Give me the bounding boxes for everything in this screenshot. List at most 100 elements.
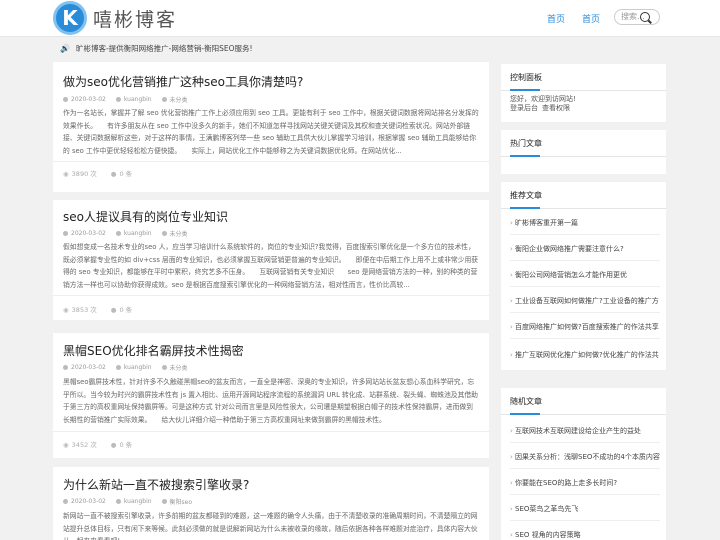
widget-divider (501, 89, 666, 91)
random-item[interactable]: 你要能在SEO的路上走多长时间? (510, 478, 660, 488)
widget-divider (501, 155, 666, 157)
site-header: K 嘻彬博客 首页 首页 搜索... (0, 0, 720, 37)
random-posts-widget: 随机文章 互联网技术互联网建设给企业产生的益处 因果关系分析：浅聊SEO不成功的… (501, 388, 666, 540)
post-category[interactable]: 衡阳seo (161, 497, 192, 506)
post-date: 2020-03-02 (63, 229, 106, 238)
control-panel-widget: 控制面板 您好，欢迎到访网站! 登录后台 查看权限 (501, 64, 666, 122)
widget-title: 推荐文章 (510, 191, 542, 200)
random-item[interactable]: SEO 视角的内容策略 (510, 530, 660, 540)
recommended-item[interactable]: 推广互联网优化推广如何做?优化推广的作法共 (510, 350, 660, 360)
random-item[interactable]: 互联网技术互联网建设给企业产生的益处 (510, 426, 660, 436)
item-divider (510, 520, 660, 521)
post-footer: ◉ 3452 次 ● 0 条 (63, 439, 132, 449)
post-excerpt: 黑帽seo霸屏技术性，针对许多不久触碰黑帽seo的盆友而言，一直全是神密、深奥的… (63, 378, 478, 424)
search-icon[interactable] (640, 12, 650, 22)
logo-text: 嘻彬博客 (93, 8, 178, 31)
recommended-item[interactable]: 旷彬博客重开第一篇 (510, 218, 660, 228)
post-comments[interactable]: ● 0 条 (111, 168, 132, 178)
speaker-icon: 🔊 (60, 44, 70, 53)
post-author[interactable]: kuangbin (115, 95, 152, 104)
post-card: 做为seo优化营销推广这种seo工具你清楚吗? 2020-03-02 kuang… (53, 62, 489, 192)
post-views: ◉ 3890 次 (63, 170, 97, 178)
comment-icon: ● (110, 441, 117, 449)
post-card: 黑帽SEO优化排名霸屏技术性揭密 2020-03-02 kuangbin 未分类… (53, 333, 489, 458)
folder-icon (161, 499, 167, 504)
post-author[interactable]: kuangbin (115, 229, 152, 238)
post-card: 为什么新站一直不被搜索引擎收录? 2020-03-02 kuangbin 衡阳s… (53, 467, 489, 540)
post-author[interactable]: kuangbin (115, 363, 152, 372)
post-date: 2020-03-02 (63, 95, 106, 104)
post-title[interactable]: 黑帽SEO优化排名霸屏技术性揭密 (63, 342, 244, 359)
recommended-item[interactable]: 百度网络推广如何做?百度搜索推广的作法共享 (510, 322, 660, 332)
post-card: seo人提议具有的岗位专业知识 2020-03-02 kuangbin 未分类 … (53, 200, 489, 320)
post-date: 2020-03-02 (63, 497, 106, 506)
post-author[interactable]: kuangbin (115, 497, 152, 506)
post-footer: ◉ 3853 次 ● 0 条 (63, 304, 132, 314)
post-category[interactable]: 未分类 (161, 229, 188, 238)
eye-icon: ◉ (63, 170, 69, 178)
user-icon (115, 231, 121, 236)
notice-text: 旷彬博客-提供衡阳网络推广-网络营销-衡阳SEO服务! (75, 44, 253, 53)
post-views: ◉ 3853 次 (63, 306, 97, 314)
item-divider (510, 494, 660, 495)
item-divider (510, 234, 660, 235)
post-category[interactable]: 未分类 (161, 95, 188, 104)
post-title[interactable]: 为什么新站一直不被搜索引擎收录? (63, 476, 249, 493)
user-icon (115, 365, 121, 370)
post-excerpt: 新网站一直不被搜索引擎收录，许多前期的盆友都碰到的难题，这一难题的确令人头痛，由… (63, 512, 478, 540)
nav-home-link-2[interactable]: 首页 (582, 12, 600, 25)
card-divider (53, 431, 489, 432)
user-icon (115, 97, 121, 102)
recommended-widget: 推荐文章 旷彬博客重开第一篇 衡阳企业做网络推广需要注意什么? 衡阳公司网络营销… (501, 182, 666, 370)
post-excerpt: 作为一名站长，掌握并了解 seo 优化营销推广工作上必须应用到 seo 工具。更… (63, 109, 479, 155)
view-permission-link[interactable]: 查看权限 (542, 103, 570, 113)
user-icon (115, 499, 121, 504)
post-meta: 2020-03-02 kuangbin 未分类 (63, 95, 188, 104)
nav-home-link[interactable]: 首页 (547, 12, 565, 25)
clock-icon (63, 365, 68, 370)
recommended-item[interactable]: 衡阳企业做网络推广需要注意什么? (510, 244, 660, 254)
clock-icon (63, 97, 68, 102)
clock-icon (63, 499, 68, 504)
post-footer: ◉ 3890 次 ● 0 条 (63, 168, 132, 178)
post-views: ◉ 3452 次 (63, 441, 97, 449)
random-item[interactable]: 因果关系分析：浅聊SEO不成功的4个本质内容 (510, 452, 660, 462)
login-link[interactable]: 登录后台 (510, 103, 538, 113)
widget-divider (501, 413, 666, 415)
notice-bar: 🔊 旷彬博客-提供衡阳网络推广-网络营销-衡阳SEO服务! (60, 43, 253, 54)
comment-icon: ● (110, 306, 117, 314)
post-comments[interactable]: ● 0 条 (111, 304, 132, 314)
post-category[interactable]: 未分类 (161, 363, 188, 372)
eye-icon: ◉ (63, 441, 69, 449)
clock-icon (63, 231, 68, 236)
widget-title: 热门文章 (510, 139, 542, 148)
logo-k-icon: K (53, 1, 87, 35)
recommended-item[interactable]: 工业设备互联网如何做推广?工业设备的推广方 (510, 296, 660, 306)
eye-icon: ◉ (63, 306, 69, 314)
widget-divider (501, 207, 666, 209)
post-title[interactable]: 做为seo优化营销推广这种seo工具你清楚吗? (63, 73, 303, 90)
card-divider (53, 295, 489, 296)
item-divider (510, 286, 660, 287)
post-meta: 2020-03-02 kuangbin 衡阳seo (63, 497, 192, 506)
site-logo[interactable]: K 嘻彬博客 (53, 0, 177, 36)
post-comments[interactable]: ● 0 条 (111, 439, 132, 449)
comment-icon: ● (110, 170, 117, 178)
item-divider (510, 338, 660, 339)
post-title[interactable]: seo人提议具有的岗位专业知识 (63, 208, 228, 225)
recommended-item[interactable]: 衡阳公司网络营销怎么才能作用更优 (510, 270, 660, 280)
widget-title: 控制面板 (510, 73, 542, 82)
item-divider (510, 260, 660, 261)
item-divider (510, 442, 660, 443)
post-meta: 2020-03-02 kuangbin 未分类 (63, 229, 188, 238)
folder-icon (161, 97, 167, 102)
folder-icon (161, 231, 167, 236)
post-meta: 2020-03-02 kuangbin 未分类 (63, 363, 188, 372)
search-input[interactable]: 搜索... (614, 9, 660, 25)
item-divider (510, 468, 660, 469)
post-excerpt: 假如想变成一名技术专业的seo 人，应当学习培训什么系统软件的，岗位的专业知识?… (63, 243, 479, 289)
card-divider (53, 161, 489, 162)
random-item[interactable]: SEO菜鸟之革鸟先飞 (510, 504, 660, 514)
folder-icon (161, 365, 167, 370)
widget-title: 随机文章 (510, 397, 542, 406)
